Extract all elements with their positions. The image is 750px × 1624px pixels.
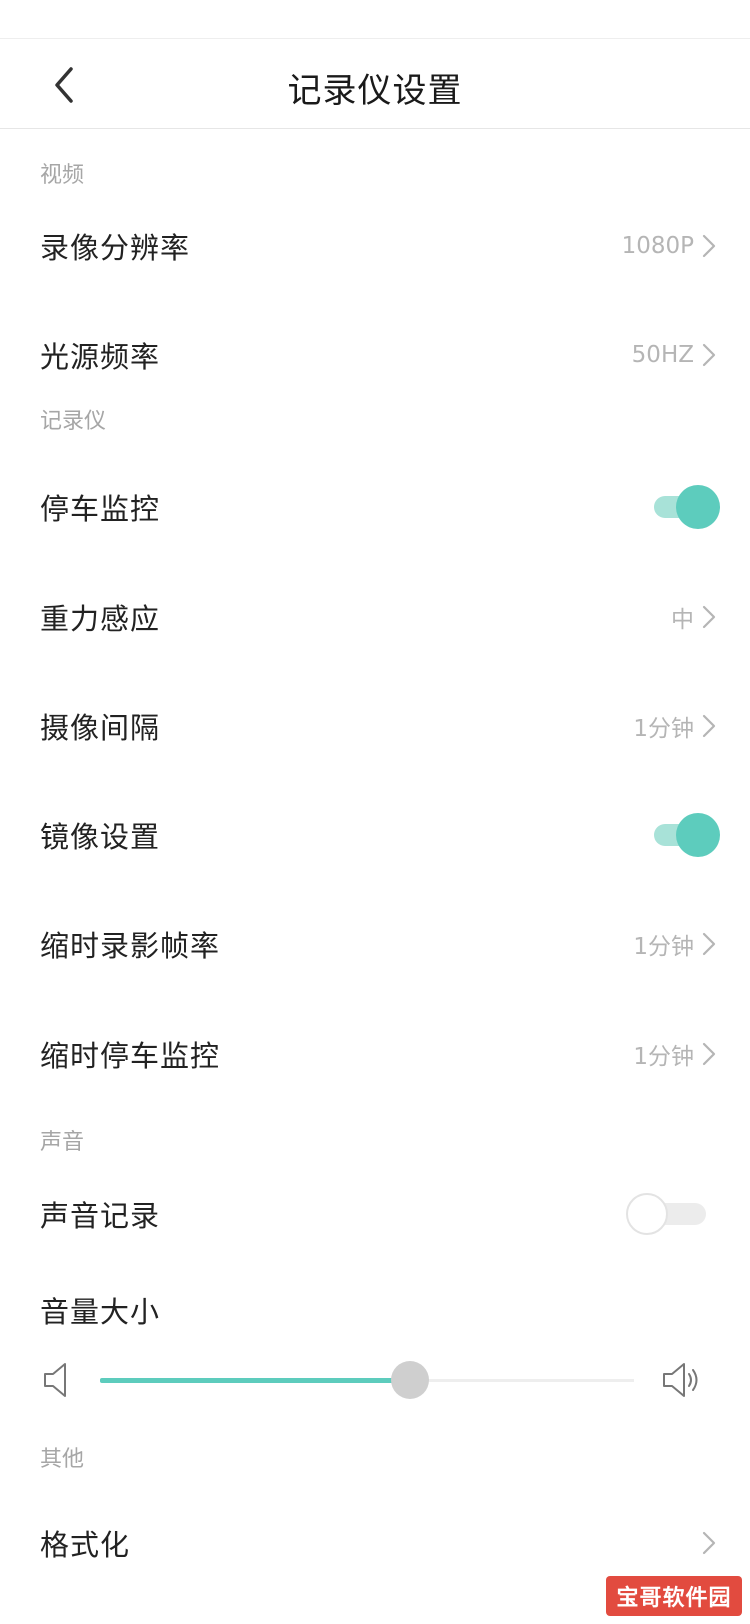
row-label: 音量大小 [40, 1295, 161, 1329]
row-value: 1分钟 [633, 934, 694, 960]
setting-row-sound-record: 声音记录 [0, 1174, 750, 1254]
row-label: 录像分辨率 [40, 231, 191, 265]
row-value: 1分钟 [633, 1044, 694, 1070]
row-label: 缩时录影帧率 [40, 929, 221, 963]
row-label: 光源频率 [40, 340, 161, 374]
volume-slider-thumb[interactable] [390, 1361, 429, 1399]
row-value: 1080P [621, 233, 694, 259]
row-label: 声音记录 [40, 1199, 161, 1233]
row-value: 50HZ [631, 342, 694, 368]
chevron-right-icon [702, 714, 716, 738]
sound-record-toggle[interactable] [626, 1191, 708, 1237]
row-label: 摄像间隔 [40, 711, 161, 745]
section-label-other: 其他 [40, 1447, 85, 1472]
setting-row-volume: 音量大小 [0, 1275, 750, 1345]
chevron-right-icon [702, 1531, 716, 1555]
row-label: 格式化 [40, 1528, 131, 1562]
volume-high-icon[interactable] [660, 1358, 704, 1402]
page-title: 记录仪设置 [287, 71, 463, 111]
chevron-right-icon [702, 605, 716, 629]
setting-row-resolution[interactable]: 录像分辨率 1080P [0, 206, 750, 286]
parking-monitor-toggle[interactable] [652, 484, 720, 530]
section-label-sound: 声音 [40, 1130, 85, 1155]
setting-row-format[interactable]: 格式化 [0, 1503, 750, 1583]
toggle-knob [676, 813, 720, 857]
recorder-settings-page: 记录仪设置 视频 录像分辨率 1080P 光源频率 50HZ 记录仪 停车监控 … [0, 0, 750, 1624]
setting-row-parking-monitor: 停车监控 [0, 467, 750, 547]
volume-low-icon[interactable] [40, 1358, 84, 1402]
section-label-video: 视频 [40, 163, 85, 188]
row-value: 中 [671, 607, 694, 633]
chevron-right-icon [702, 234, 716, 258]
toggle-knob [676, 485, 720, 529]
chevron-right-icon [702, 932, 716, 956]
toggle-knob [626, 1193, 668, 1235]
row-label: 重力感应 [40, 602, 161, 636]
chevron-right-icon [702, 1042, 716, 1066]
setting-row-mirror: 镜像设置 [0, 795, 750, 875]
setting-row-light-frequency[interactable]: 光源频率 50HZ [0, 315, 750, 395]
row-value: 1分钟 [633, 716, 694, 742]
nav-bar: 记录仪设置 [0, 39, 750, 129]
setting-row-interval[interactable]: 摄像间隔 1分钟 [0, 686, 750, 766]
mirror-toggle[interactable] [652, 812, 720, 858]
setting-row-gsensor[interactable]: 重力感应 中 [0, 577, 750, 657]
setting-row-timelapse-rate[interactable]: 缩时录影帧率 1分钟 [0, 904, 750, 984]
row-label: 镜像设置 [40, 820, 161, 854]
setting-row-timelapse-parking[interactable]: 缩时停车监控 1分钟 [0, 1014, 750, 1094]
row-label: 停车监控 [40, 492, 161, 526]
volume-slider-fill [100, 1378, 410, 1383]
volume-slider[interactable] [100, 1361, 634, 1399]
volume-slider-row [0, 1358, 750, 1428]
section-label-recorder: 记录仪 [40, 409, 107, 434]
site-watermark: 宝哥软件园 [606, 1576, 742, 1616]
chevron-right-icon [702, 343, 716, 367]
row-label: 缩时停车监控 [40, 1039, 221, 1073]
